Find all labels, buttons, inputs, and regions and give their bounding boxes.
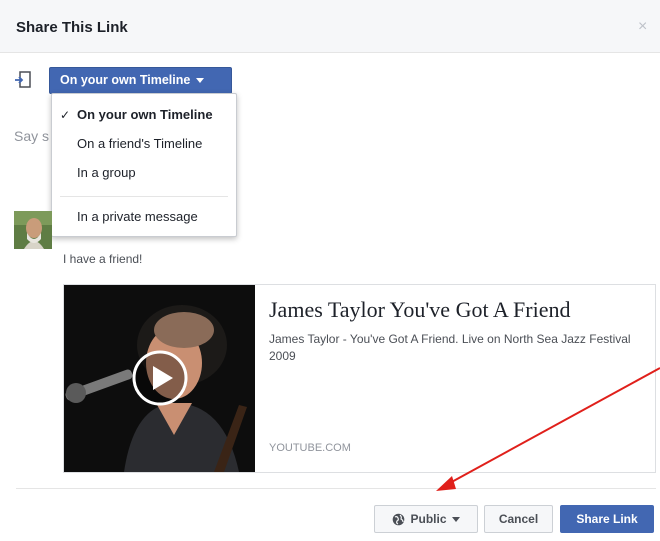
dropdown-item-label: In a group <box>77 165 136 180</box>
globe-icon <box>393 514 405 526</box>
dropdown-item-label: On your own Timeline <box>77 107 213 122</box>
link-title: James Taylor You've Got A Friend <box>269 297 571 322</box>
check-icon: ✓ <box>60 108 71 122</box>
link-preview-card[interactable]: James Taylor You've Got A Friend James T… <box>63 284 656 473</box>
link-description: James Taylor - You've Got A Friend. Live… <box>269 332 631 363</box>
dropdown-item-label: In a private message <box>77 209 198 224</box>
dialog-header: Share This Link × <box>0 0 660 53</box>
dropdown-item-private-message[interactable]: In a private message <box>52 205 236 229</box>
destination-selector-label: On your own Timeline <box>60 73 191 87</box>
avatar <box>14 211 52 249</box>
dropdown-item-own-timeline[interactable]: ✓ On your own Timeline <box>52 103 236 127</box>
privacy-label: Public <box>410 512 447 526</box>
dialog-title: Share This Link <box>16 19 128 36</box>
dropdown-item-group[interactable]: In a group <box>52 161 236 185</box>
play-icon[interactable] <box>131 349 189 407</box>
video-thumbnail[interactable] <box>64 285 255 472</box>
composer-input[interactable]: Say s <box>14 128 49 144</box>
destination-dropdown-menu: ✓ On your own Timeline On a friend's Tim… <box>51 93 237 237</box>
destination-selector-button[interactable]: On your own Timeline <box>49 67 232 94</box>
share-arrow-icon <box>15 71 31 88</box>
cancel-button[interactable]: Cancel <box>484 505 553 533</box>
dropdown-item-friend-timeline[interactable]: On a friend's Timeline <box>52 132 236 156</box>
dropdown-item-label: On a friend's Timeline <box>77 136 203 151</box>
chevron-down-icon <box>196 78 205 84</box>
share-link-button[interactable]: Share Link <box>560 505 654 533</box>
footer-divider <box>16 488 656 489</box>
close-icon[interactable]: × <box>638 18 647 36</box>
privacy-selector-button[interactable]: Public <box>374 505 478 533</box>
dropdown-divider <box>60 196 228 197</box>
chevron-down-icon <box>451 517 460 523</box>
link-source: YOUTUBE.COM <box>269 442 351 454</box>
post-text: I have a friend! <box>63 252 143 266</box>
